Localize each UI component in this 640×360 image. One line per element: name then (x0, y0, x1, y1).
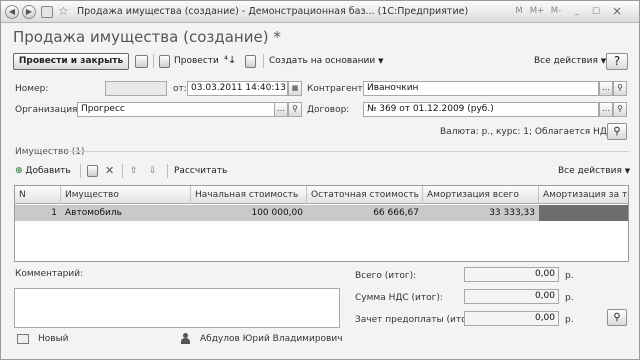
table-row[interactable]: 1 Автомобиль 100 000,00 66 666,67 33 333… (15, 205, 628, 221)
cell-asset: Автомобиль (65, 208, 122, 218)
assets-section-title: Имущество (1) (15, 147, 85, 157)
organization-label: Организация: (15, 105, 81, 115)
column-header-asset[interactable]: Имущество (61, 186, 191, 204)
toolbar-separator (80, 164, 81, 178)
document-state: Новый (38, 334, 69, 344)
number-label: Номер: (15, 84, 49, 94)
maximize-button[interactable]: □ (589, 4, 603, 19)
comment-field[interactable] (14, 288, 340, 328)
window-title: Продажа имущества (создание) - Демонстра… (77, 6, 469, 17)
arrow-down-icon[interactable]: ⇩ (149, 163, 157, 179)
search-icon[interactable]: ⚲ (613, 81, 627, 96)
post-and-close-button[interactable]: Провести и закрыть (13, 53, 129, 70)
add-icon: ⊕ (15, 166, 23, 176)
toolbar-separator (263, 54, 264, 68)
page-title: Продажа имущества (создание) * (13, 28, 281, 46)
delete-icon[interactable]: ✕ (105, 163, 114, 179)
calendar-icon[interactable]: ▦ (288, 81, 302, 96)
cell-initial-cost: 100 000,00 (251, 208, 303, 218)
prepayment-field: 0,00 (464, 311, 559, 326)
post-icon (159, 55, 170, 68)
arrow-up-icon[interactable]: ⇧ (130, 163, 138, 179)
close-button[interactable]: × (608, 4, 626, 19)
memory-button[interactable]: M (513, 4, 525, 19)
contract-field[interactable]: № 369 от 01.12.2009 (руб.) (363, 102, 599, 117)
assets-table[interactable]: N Имущество Начальная стоимость Остаточн… (14, 185, 629, 262)
search-icon[interactable]: ⚲ (613, 102, 627, 117)
user-icon (181, 333, 190, 344)
document-author: Абдулов Юрий Владимирович (200, 334, 343, 344)
column-header-initial-cost[interactable]: Начальная стоимость (191, 186, 307, 204)
cell-residual-cost: 66 666,67 (373, 208, 419, 218)
number-field[interactable] (105, 81, 167, 96)
arrow-right-icon[interactable]: ▶ (22, 5, 36, 19)
toolbar-separator (153, 54, 154, 68)
ellipsis-icon[interactable]: … (599, 102, 613, 117)
memory-plus-button[interactable]: M+ (529, 4, 545, 19)
vat-currency: р. (565, 293, 574, 303)
star-icon[interactable]: ☆ (58, 4, 69, 18)
chevron-down-icon: ▼ (378, 57, 384, 65)
column-header-residual-cost[interactable]: Остаточная стоимость (307, 186, 423, 204)
search-icon[interactable]: ⚲ (607, 123, 627, 140)
vat-label: Сумма НДС (итог): (355, 293, 443, 303)
date-field[interactable]: 03.03.2011 14:40:13 (187, 81, 288, 96)
create-based-on-label: Создать на основании (269, 56, 376, 66)
prepayment-label: Зачет предоплаты (итог): (355, 315, 478, 325)
column-header-number[interactable]: N (15, 186, 61, 204)
save-icon[interactable] (135, 55, 148, 68)
calculate-button[interactable]: Рассчитать (174, 163, 227, 179)
table-all-actions-menu[interactable]: Все действия ▼ (558, 163, 630, 179)
arrow-left-icon[interactable]: ◀ (5, 5, 19, 19)
counterparty-field[interactable]: Иваночкин (363, 81, 599, 96)
create-based-on-menu[interactable]: Создать на основании ▼ (269, 53, 384, 69)
post-button[interactable]: Провести (174, 53, 219, 69)
memory-minus-button[interactable]: M- (548, 4, 564, 19)
document-status-icon (17, 334, 29, 344)
help-button[interactable]: ? (606, 53, 628, 70)
toolbar-separator (122, 164, 123, 178)
total-field: 0,00 (464, 267, 559, 282)
app-menu-icon[interactable] (41, 6, 53, 18)
title-bar: ◀ ▶ ☆ Продажа имущества (создание) - Дем… (1, 1, 639, 23)
table-all-actions-label: Все действия (558, 166, 622, 176)
search-icon[interactable]: ⚲ (607, 309, 627, 326)
ellipsis-icon[interactable]: … (599, 81, 613, 96)
sort-icon[interactable]: ⁴↓ (224, 53, 236, 69)
copy-icon[interactable] (87, 165, 98, 177)
toolbar-separator (167, 164, 168, 178)
report-icon[interactable] (245, 55, 256, 68)
add-label: Добавить (25, 166, 71, 176)
column-header-depreciation-current[interactable]: Амортизация за тек (539, 186, 628, 204)
contract-label: Договор: (307, 105, 350, 115)
chevron-down-icon: ▼ (624, 167, 631, 175)
organization-field[interactable]: Прогресс (77, 102, 288, 117)
total-label: Всего (итог): (355, 271, 417, 281)
all-actions-menu[interactable]: Все действия ▼ (534, 53, 606, 69)
counterparty-label: Контрагент: (307, 84, 366, 94)
cell-depreciation-total: 33 333,33 (489, 208, 535, 218)
comment-label: Комментарий: (15, 269, 84, 279)
section-divider (65, 151, 629, 152)
search-icon[interactable]: ⚲ (288, 102, 302, 117)
minimize-button[interactable]: _ (570, 4, 584, 19)
prepayment-currency: р. (565, 315, 574, 325)
total-currency: р. (565, 271, 574, 281)
date-label: от: (173, 84, 187, 94)
table-header: N Имущество Начальная стоимость Остаточн… (15, 186, 628, 204)
all-actions-label: Все действия (534, 56, 598, 66)
currency-info[interactable]: Валюта: р., курс: 1; Облагается НДС (440, 127, 613, 137)
ellipsis-icon[interactable]: … (274, 102, 288, 117)
app-window: ◀ ▶ ☆ Продажа имущества (создание) - Дем… (0, 0, 640, 360)
add-button[interactable]: ⊕ Добавить (15, 163, 71, 179)
cell-number: 1 (51, 208, 57, 218)
column-header-depreciation-total[interactable]: Амортизация всего (423, 186, 539, 204)
vat-field: 0,00 (464, 289, 559, 304)
cell-depreciation-current[interactable] (539, 205, 628, 221)
